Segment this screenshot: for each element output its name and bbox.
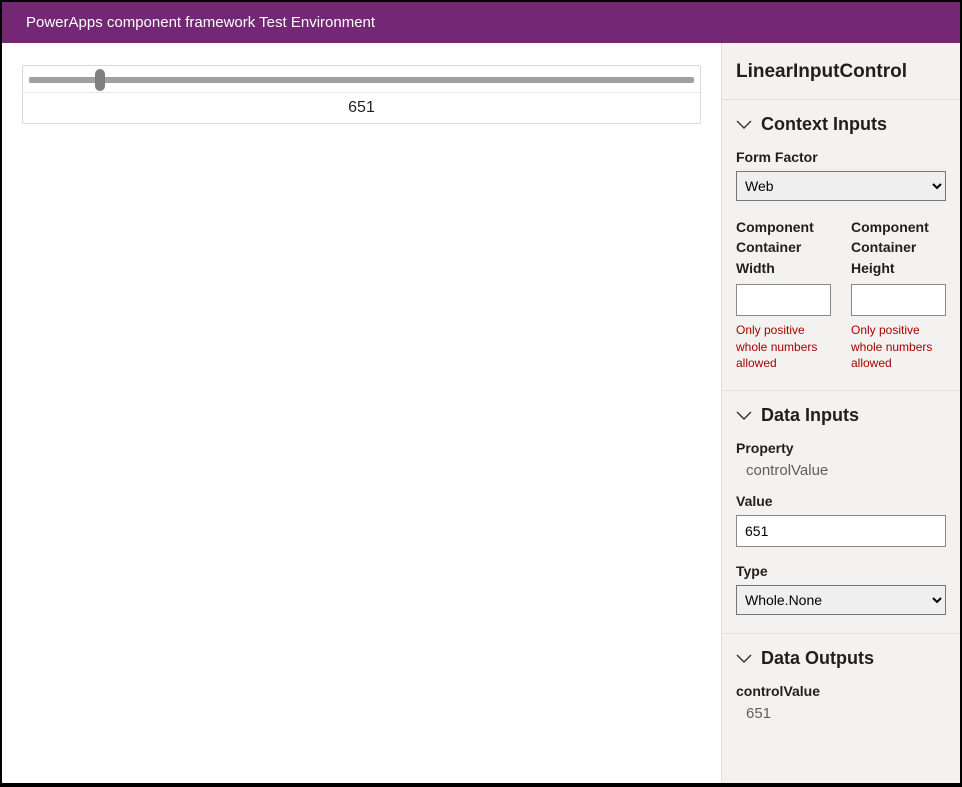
section-title-context: Context Inputs <box>761 114 887 135</box>
container-height-error: Only positive whole numbers allowed <box>851 322 946 372</box>
section-header-data-inputs[interactable]: Data Inputs <box>736 405 946 426</box>
chevron-down-icon <box>736 119 752 131</box>
property-value: controlValue <box>736 462 946 479</box>
section-data-inputs: Data Inputs Property controlValue Value … <box>722 391 960 634</box>
container-width-label: Component Container Width <box>736 217 831 278</box>
section-context-inputs: Context Inputs Form Factor Web Component… <box>722 100 960 391</box>
container-width-error: Only positive whole numbers allowed <box>736 322 831 372</box>
value-label: Value <box>736 493 946 509</box>
property-label: Property <box>736 440 946 456</box>
linear-input-control: 651 <box>22 65 701 124</box>
app-body: 651 LinearInputControl Context Inputs Fo… <box>2 43 960 783</box>
container-dim-row: Component Container Width Only positive … <box>736 217 946 372</box>
property-sidebar: LinearInputControl Context Inputs Form F… <box>721 43 960 783</box>
control-name-title: LinearInputControl <box>722 43 960 100</box>
section-data-outputs: Data Outputs controlValue 651 <box>722 634 960 740</box>
form-factor-select[interactable]: Web <box>736 171 946 201</box>
form-factor-label: Form Factor <box>736 149 946 165</box>
value-field: Value <box>736 493 946 547</box>
container-height-label: Component Container Height <box>851 217 946 278</box>
type-label: Type <box>736 563 946 579</box>
app-header: PowerApps component framework Test Envir… <box>2 2 960 43</box>
form-factor-field: Form Factor Web <box>736 149 946 201</box>
section-header-data-outputs[interactable]: Data Outputs <box>736 648 946 669</box>
container-width-field: Component Container Width Only positive … <box>736 217 831 372</box>
output-label: controlValue <box>736 683 946 699</box>
linear-slider[interactable] <box>29 70 694 90</box>
slider-value-display: 651 <box>23 92 700 123</box>
type-select[interactable]: Whole.None <box>736 585 946 615</box>
slider-track-wrap <box>23 66 700 90</box>
chevron-down-icon <box>736 653 752 665</box>
section-title-data-inputs: Data Inputs <box>761 405 859 426</box>
section-title-data-outputs: Data Outputs <box>761 648 874 669</box>
value-input[interactable] <box>736 515 946 547</box>
section-header-context[interactable]: Context Inputs <box>736 114 946 135</box>
app-frame: PowerApps component framework Test Envir… <box>2 2 960 783</box>
output-value: 651 <box>736 705 946 722</box>
app-title: PowerApps component framework Test Envir… <box>26 14 375 31</box>
container-width-input[interactable] <box>736 284 831 316</box>
container-height-input[interactable] <box>851 284 946 316</box>
main-canvas: 651 <box>2 43 721 783</box>
chevron-down-icon <box>736 410 752 422</box>
container-height-field: Component Container Height Only positive… <box>851 217 946 372</box>
type-field: Type Whole.None <box>736 563 946 615</box>
